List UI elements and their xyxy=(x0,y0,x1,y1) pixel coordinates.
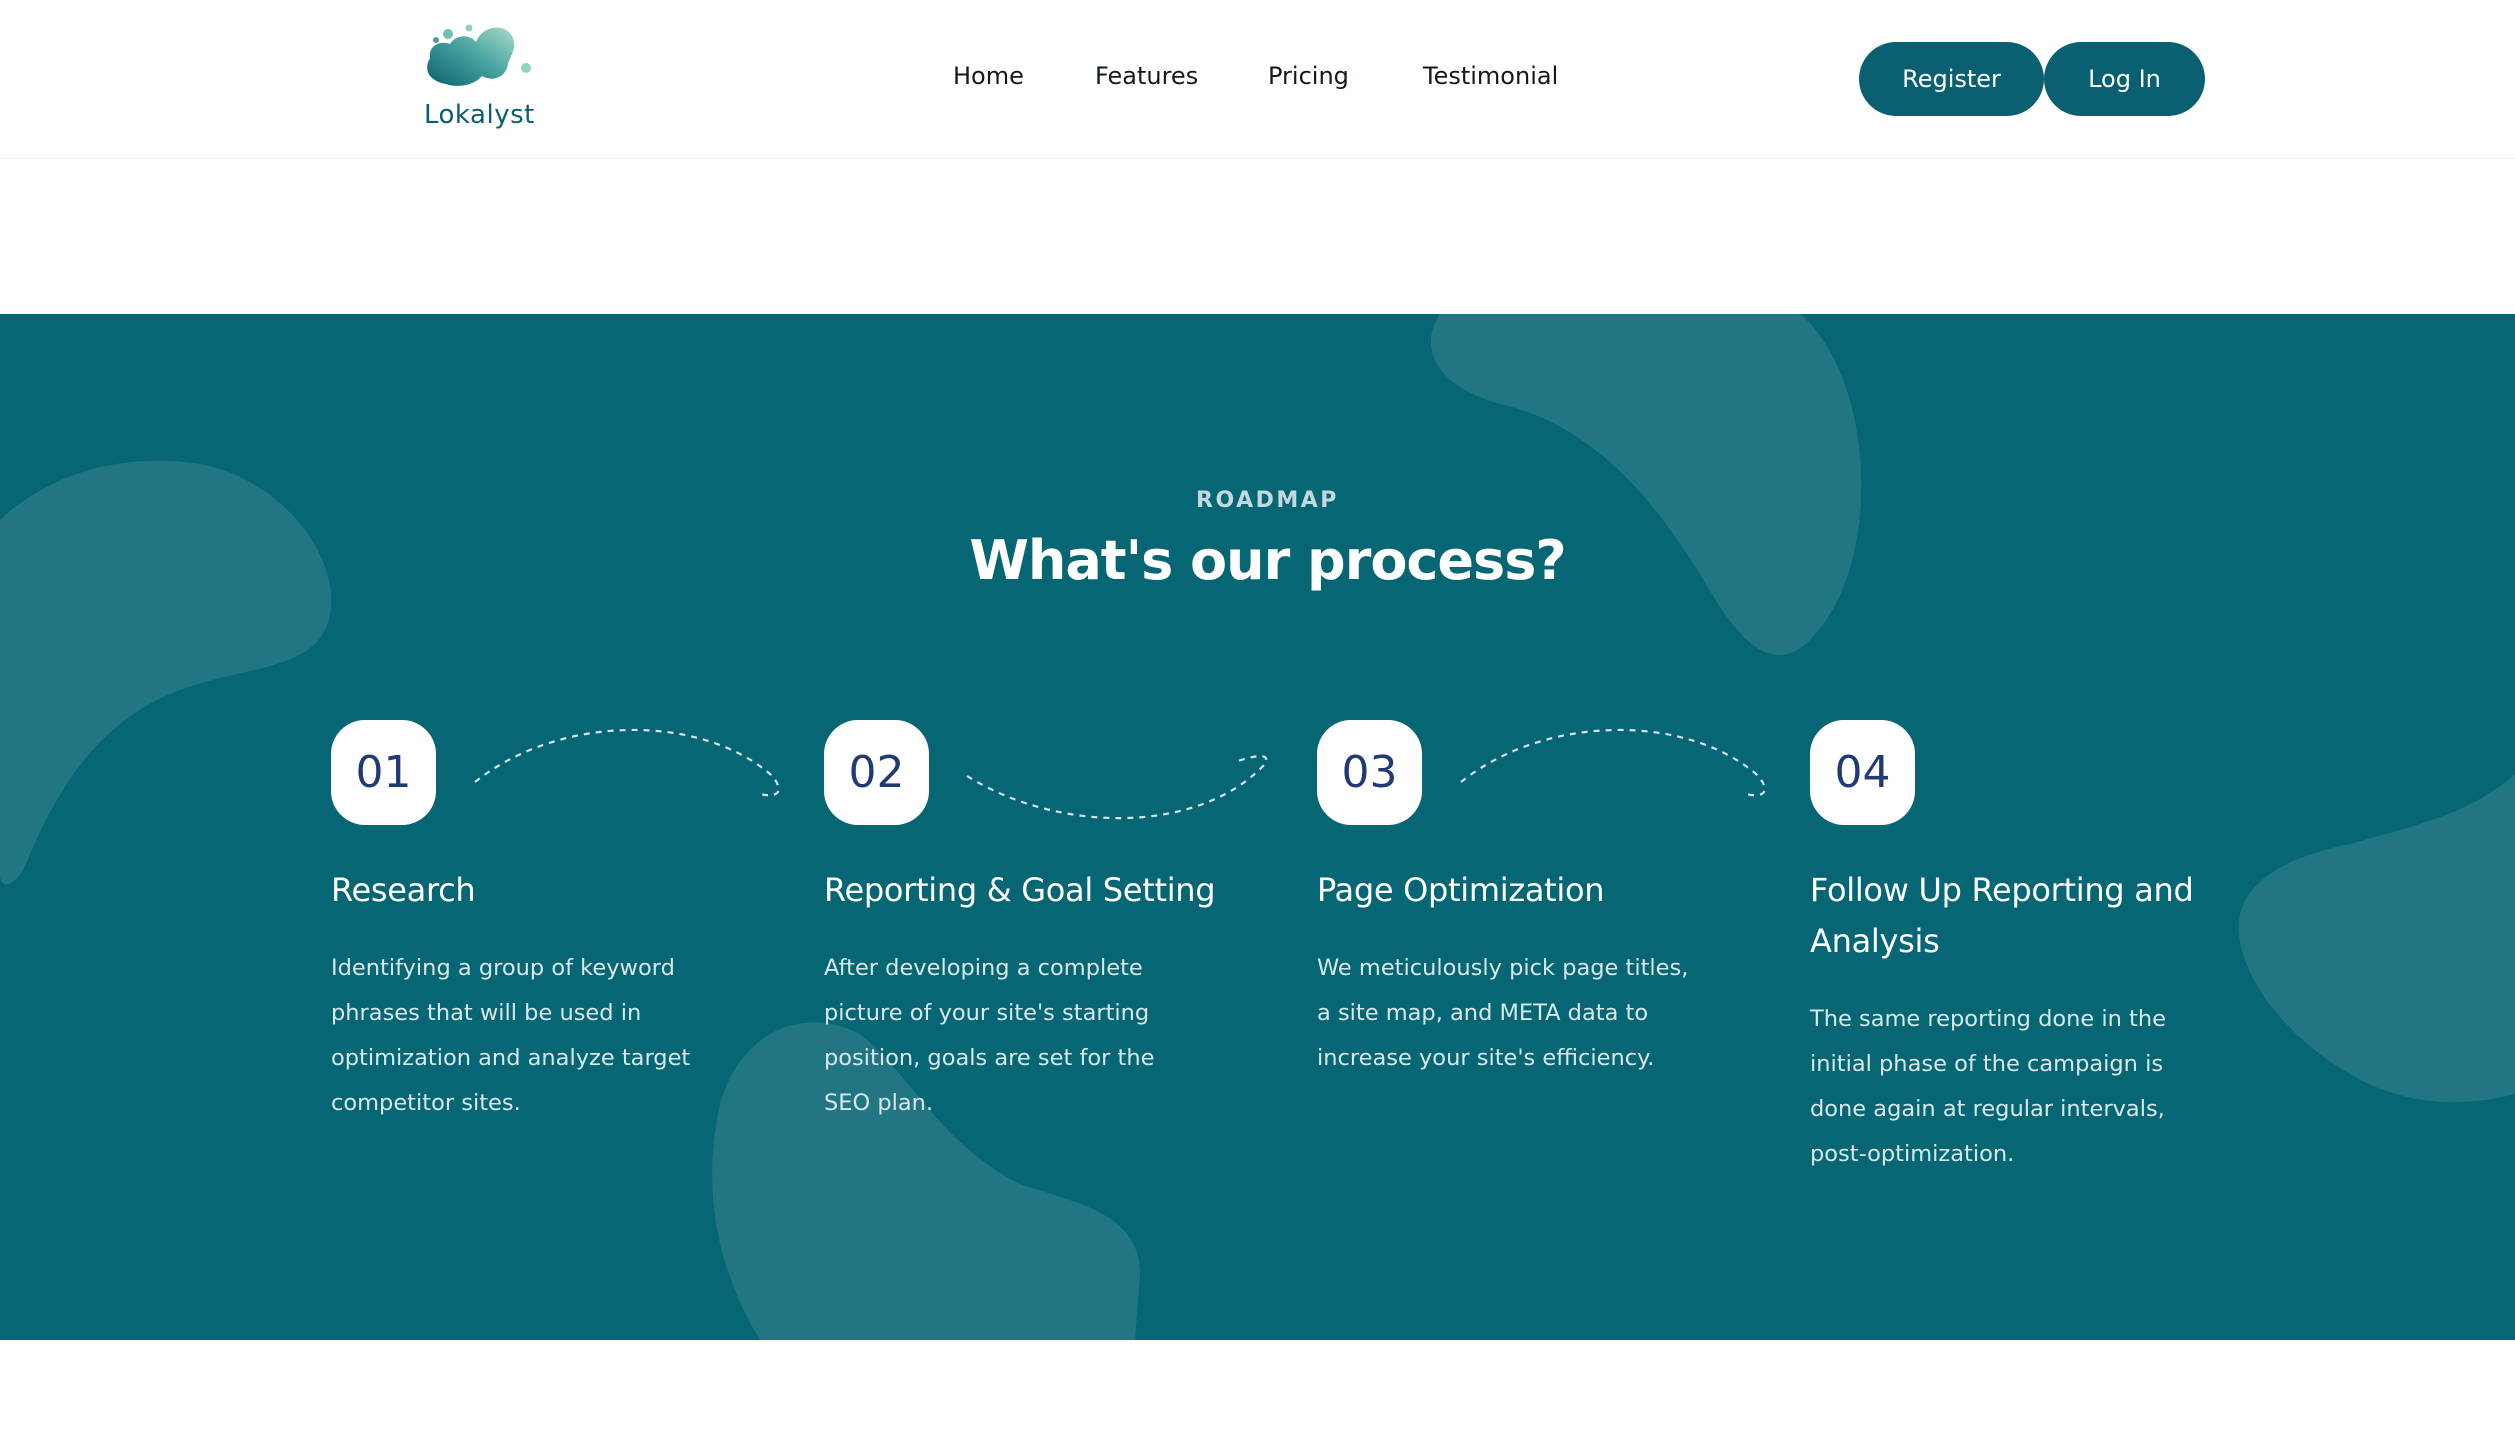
site-header: Lokalyst Home Features Pricing Testimoni… xyxy=(0,0,2515,159)
step-card: 04 Follow Up Reporting and Analysis The … xyxy=(1810,720,2210,1177)
step-title: Follow Up Reporting and Analysis xyxy=(1810,871,2194,960)
logo-text: Lokalyst xyxy=(424,100,535,130)
nav-pricing[interactable]: Pricing xyxy=(1268,62,1349,90)
step-description: We meticulously pick page titles, a site… xyxy=(1317,955,1689,1071)
step-number: 03 xyxy=(1317,720,1422,825)
nav-testimonial[interactable]: Testimonial xyxy=(1423,62,1558,90)
logo[interactable]: Lokalyst xyxy=(418,20,538,135)
login-button[interactable]: Log In xyxy=(2044,42,2205,116)
logo-blob-icon xyxy=(427,24,531,86)
nav-home[interactable]: Home xyxy=(953,62,1024,90)
step-number: 04 xyxy=(1810,720,1915,825)
step-description: After developing a complete picture of y… xyxy=(824,955,1155,1116)
roadmap-section: ROADMAP What's our process? 01 Research … xyxy=(0,314,2515,1340)
nav-features[interactable]: Features xyxy=(1095,62,1198,90)
register-button[interactable]: Register xyxy=(1859,42,2044,116)
step-title: Research xyxy=(331,871,476,909)
step-description: The same reporting done in the initial p… xyxy=(1810,1006,2166,1167)
step-card: 02 Reporting & Goal Setting After develo… xyxy=(824,720,1244,1126)
step-number: 01 xyxy=(331,720,436,825)
step-card: 01 Research Identifying a group of keywo… xyxy=(331,720,751,1126)
step-title: Page Optimization xyxy=(1317,871,1605,909)
step-number: 02 xyxy=(824,720,929,825)
step-title: Reporting & Goal Setting xyxy=(824,871,1216,909)
step-card: 03 Page Optimization We meticulously pic… xyxy=(1317,720,1737,1081)
step-description: Identifying a group of keyword phrases t… xyxy=(331,955,691,1116)
